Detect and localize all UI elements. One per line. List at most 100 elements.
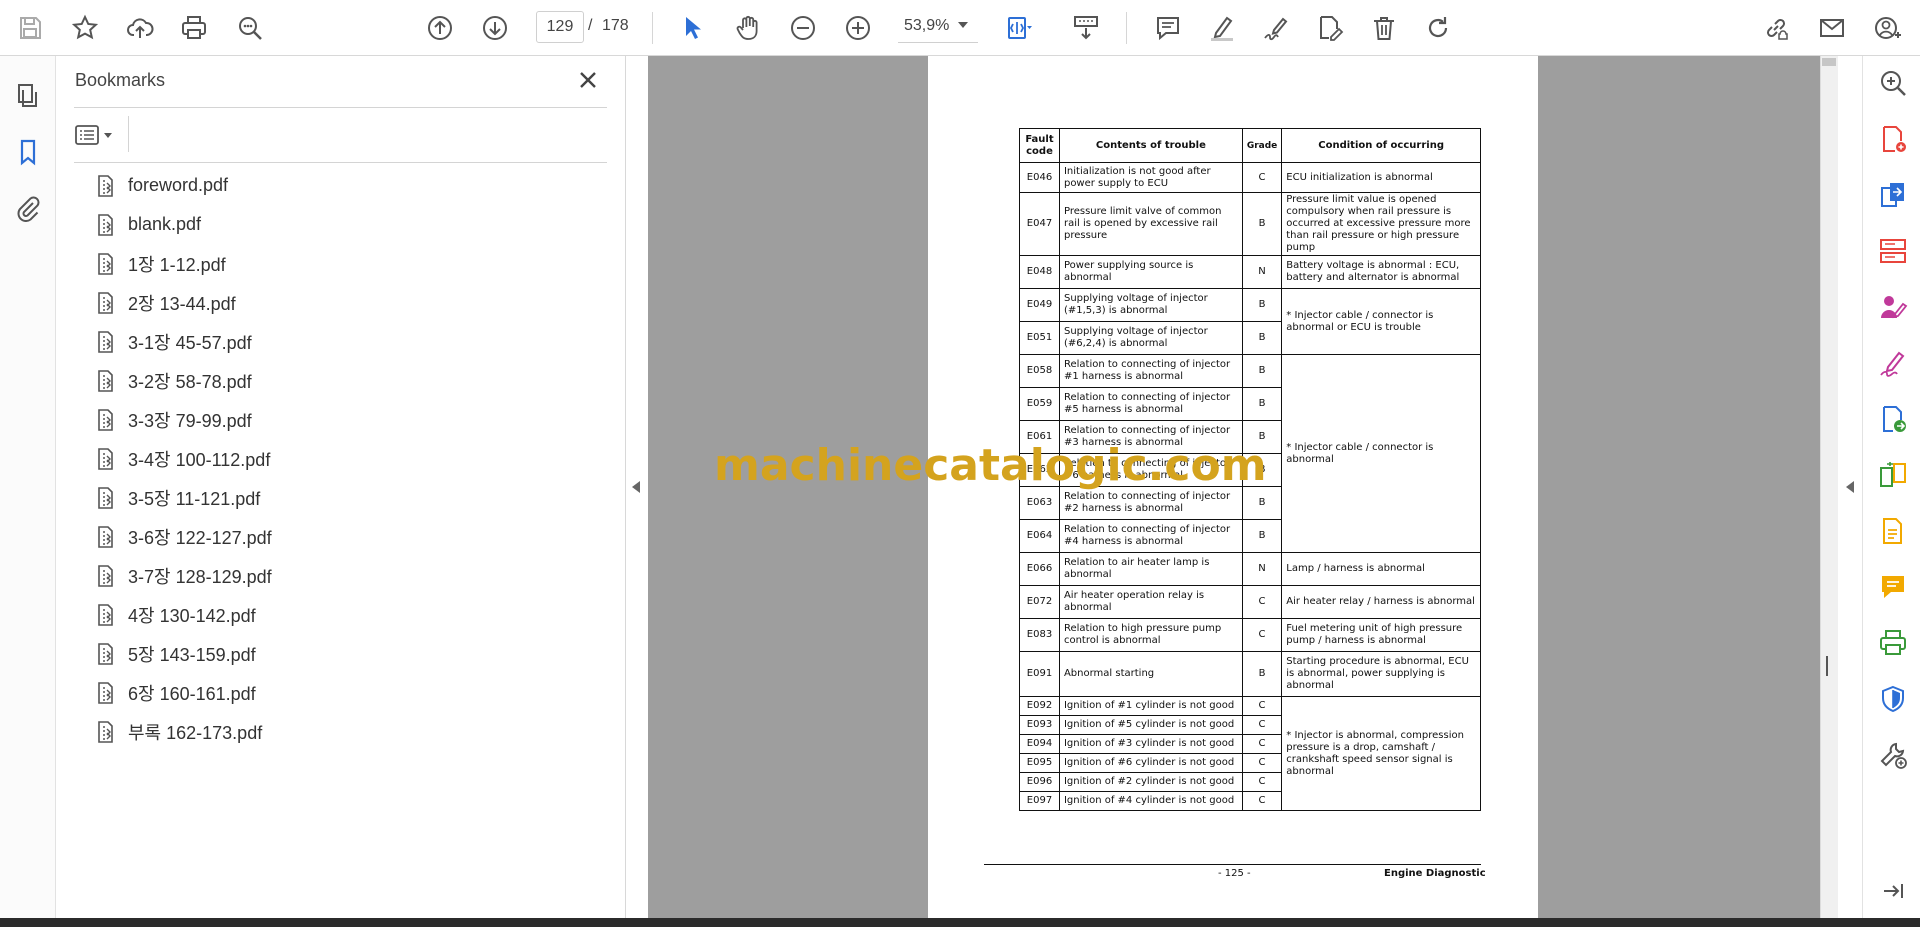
- fault-code: E097: [1019, 791, 1060, 811]
- highlight-icon[interactable]: [1204, 10, 1240, 46]
- grade: C: [1241, 791, 1283, 811]
- fault-code: E049: [1019, 288, 1060, 322]
- more-tools-icon[interactable]: [1876, 738, 1910, 772]
- prev-page-icon[interactable]: [422, 10, 458, 46]
- column-header: Fault code: [1019, 128, 1060, 163]
- collapse-right-panel-icon[interactable]: [1846, 481, 1854, 493]
- bookmark-item[interactable]: 3-3장 79-99.pdf: [96, 400, 596, 439]
- zoom-tool-icon[interactable]: [1876, 66, 1910, 100]
- print-production-icon[interactable]: [1876, 626, 1910, 660]
- fill-sign-icon[interactable]: [1876, 346, 1910, 380]
- upload-icon[interactable]: [122, 10, 158, 46]
- bookmark-item[interactable]: 4장 130-142.pdf: [96, 595, 596, 634]
- table-row: E092 Ignition of #1 cylinder is not good…: [1019, 696, 1481, 811]
- bookmark-item[interactable]: 6장 160-161.pdf: [96, 673, 596, 712]
- account-icon[interactable]: [1870, 10, 1906, 46]
- bookmark-icon[interactable]: [10, 134, 46, 170]
- collapse-rail-icon[interactable]: [1876, 874, 1910, 908]
- select-cursor-icon[interactable]: [674, 10, 710, 46]
- rotate-icon[interactable]: [1420, 10, 1456, 46]
- trouble-text: Ignition of #2 cylinder is not good: [1058, 772, 1243, 792]
- condition-text: Battery voltage is abnormal : ECU, batte…: [1281, 255, 1481, 289]
- bookmark-label: 3-7장 128-129.pdf: [128, 566, 272, 587]
- fault-code: E047: [1019, 192, 1060, 256]
- hand-icon[interactable]: [730, 10, 766, 46]
- fault-code: E096: [1019, 772, 1060, 792]
- chevron-down-icon[interactable]: [958, 22, 968, 28]
- sign-icon[interactable]: [1258, 10, 1294, 46]
- bookmark-label: 5장 143-159.pdf: [128, 644, 256, 665]
- table-row: E066 Relation to air heater lamp is abno…: [1019, 552, 1481, 586]
- bookmark-item[interactable]: 2장 13-44.pdf: [96, 283, 596, 322]
- scan-ocr-icon[interactable]: [1876, 514, 1910, 548]
- bookmark-label: 3-5장 11-121.pdf: [128, 488, 261, 509]
- zoom-in-icon[interactable]: [840, 10, 876, 46]
- zoom-search-icon[interactable]: [232, 10, 268, 46]
- export-pdf-icon[interactable]: [1876, 178, 1910, 212]
- fault-code: E091: [1019, 651, 1060, 697]
- bookmark-label: 부록 162-173.pdf: [128, 722, 263, 743]
- delete-icon[interactable]: [1366, 10, 1402, 46]
- fault-code: E092: [1019, 696, 1060, 716]
- protect-icon[interactable]: [1876, 682, 1910, 716]
- page-number-input[interactable]: 129: [536, 11, 584, 43]
- bookmark-item[interactable]: 3-1장 45-57.pdf: [96, 322, 596, 361]
- condition-text: * Injector cable / connector is abnormal: [1281, 354, 1481, 553]
- bookmark-item[interactable]: 5장 143-159.pdf: [96, 634, 596, 673]
- bookmark-item[interactable]: 3-2장 58-78.pdf: [96, 361, 596, 400]
- bookmark-item[interactable]: 3-5장 11-121.pdf: [96, 478, 596, 517]
- email-icon[interactable]: [1814, 10, 1850, 46]
- bookmark-item[interactable]: blank.pdf: [96, 205, 596, 244]
- zoom-out-icon[interactable]: [785, 10, 821, 46]
- organize-pages-icon[interactable]: [1876, 234, 1910, 268]
- vertical-scrollbar[interactable]: [1820, 56, 1838, 918]
- grade: C: [1241, 696, 1283, 716]
- bookmark-item[interactable]: 3-7장 128-129.pdf: [96, 556, 596, 595]
- edit-pdf-icon[interactable]: [1312, 10, 1348, 46]
- bookmark-item[interactable]: 3-4장 100-112.pdf: [96, 439, 596, 478]
- close-icon[interactable]: [574, 66, 602, 94]
- bookmark-item[interactable]: 3-6장 122-127.pdf: [96, 517, 596, 556]
- comment-tool-icon[interactable]: [1876, 570, 1910, 604]
- condition-text: * Injector cable / connector is abnormal…: [1281, 288, 1481, 355]
- create-pdf-icon[interactable]: [1876, 122, 1910, 156]
- grade: C: [1241, 162, 1283, 193]
- share-link-icon[interactable]: [1758, 10, 1794, 46]
- fault-code: E083: [1019, 618, 1060, 652]
- compare-icon[interactable]: [1876, 458, 1910, 492]
- save-icon[interactable]: [12, 10, 48, 46]
- bookmark-item[interactable]: 부록 162-173.pdf: [96, 712, 596, 751]
- grade: B: [1241, 288, 1283, 322]
- resize-handle[interactable]: [1826, 656, 1828, 676]
- trouble-text: Relation to connecting of injector #5 ha…: [1058, 387, 1243, 421]
- next-page-icon[interactable]: [477, 10, 513, 46]
- comment-icon[interactable]: [1150, 10, 1186, 46]
- table-row: E083 Relation to high pressure pump cont…: [1019, 618, 1481, 652]
- bookmark-label: blank.pdf: [128, 214, 202, 234]
- bookmark-item[interactable]: 1장 1-12.pdf: [96, 244, 596, 283]
- print-icon[interactable]: [176, 10, 212, 46]
- trouble-text: Air heater operation relay is abnormal: [1058, 585, 1243, 619]
- bookmark-options-menu[interactable]: [74, 120, 124, 150]
- trouble-text: Supplying voltage of injector (#6,2,4) i…: [1058, 321, 1243, 355]
- footer-rule: [984, 864, 1481, 865]
- fault-code: E046: [1019, 162, 1060, 193]
- collapse-left-panel-icon[interactable]: [632, 481, 640, 493]
- taskbar-strip: [0, 918, 1920, 927]
- bookmark-item[interactable]: foreword.pdf: [96, 166, 596, 205]
- fault-code: E058: [1019, 354, 1060, 388]
- fault-code: E095: [1019, 753, 1060, 773]
- send-review-icon[interactable]: [1876, 402, 1910, 436]
- trouble-text: Relation to connecting of injector #1 ha…: [1058, 354, 1243, 388]
- grade: C: [1241, 715, 1283, 735]
- fit-page-icon[interactable]: [1000, 10, 1036, 46]
- scrollbar-thumb[interactable]: [1822, 58, 1836, 66]
- request-signature-icon[interactable]: [1876, 290, 1910, 324]
- page-thumbnails-icon[interactable]: [10, 78, 46, 114]
- scroll-mode-icon[interactable]: [1068, 10, 1104, 46]
- trouble-text: Ignition of #4 cylinder is not good: [1058, 791, 1243, 811]
- attachment-icon[interactable]: [10, 190, 46, 226]
- grade: C: [1241, 618, 1283, 652]
- star-icon[interactable]: [67, 10, 103, 46]
- divider: [74, 162, 607, 163]
